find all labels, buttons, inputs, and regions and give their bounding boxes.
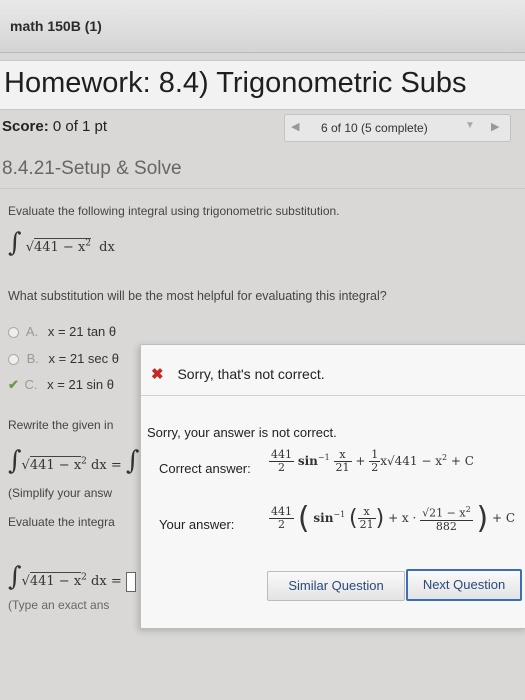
correct-coef-frac: 441 2 xyxy=(269,449,294,474)
option-c-letter: C. xyxy=(24,377,38,392)
next-question-icon[interactable]: ▶ xyxy=(491,120,499,133)
integral-sign-icon: ∫ xyxy=(125,446,140,476)
inner-left-paren-icon: ( xyxy=(349,506,358,531)
option-a[interactable]: A. x = 21 tan θ xyxy=(8,324,116,339)
your-coef-den: 2 xyxy=(278,518,285,531)
your-frac-den: 882 xyxy=(435,519,457,533)
option-c[interactable]: ✔ C. x = 21 sin θ xyxy=(8,377,114,393)
question-position[interactable]: 6 of 10 (5 complete) xyxy=(321,121,428,135)
correct-inv: −1 xyxy=(317,453,330,462)
option-b-text: x = 21 sec θ xyxy=(48,351,120,366)
rewrite-label: Rewrite the given in xyxy=(8,418,114,432)
sqrt-icon: √ xyxy=(21,458,30,473)
option-b[interactable]: B. x = 21 sec θ xyxy=(8,351,119,366)
integral-expression: ∫ √441 − x2 dx xyxy=(8,228,115,258)
correct-fn: sin xyxy=(297,454,318,468)
popup-header-text: Sorry, that's not correct. xyxy=(177,366,325,382)
simplify-hint: (Simplify your answ xyxy=(8,486,113,500)
option-b-letter: B. xyxy=(26,351,39,366)
sqrt-icon: √ xyxy=(21,574,30,589)
exponent: 2 xyxy=(85,238,92,249)
correct-coef-den: 2 xyxy=(278,461,285,474)
your-fn: sin xyxy=(313,511,334,525)
option-c-text: x = 21 sin θ xyxy=(47,377,115,392)
integral-sign-icon: ∫ xyxy=(8,446,22,476)
feedback-popup: ✖ Sorry, that's not correct. Sorry, your… xyxy=(140,344,525,629)
correct-answer-label: Correct answer: xyxy=(159,461,251,476)
your-sqrt-frac: √21 − x2 882 xyxy=(420,504,473,533)
your-arg-frac: x 21 xyxy=(357,506,376,531)
rewrite-exponent: 2 xyxy=(81,456,87,467)
checkmark-icon: ✔ xyxy=(8,377,19,392)
integral-sign-icon: ∫ xyxy=(8,562,22,592)
your-coef-frac: 441 2 xyxy=(269,506,294,531)
score: Score: 0 of 1 pt xyxy=(2,118,107,135)
popup-divider xyxy=(141,395,525,396)
rewrite-radicand: 441 − x xyxy=(29,456,82,473)
substitution-prompt: What substitution will be the most helpf… xyxy=(8,289,387,303)
answer-dx: dx xyxy=(91,574,107,589)
your-inv: −1 xyxy=(333,510,346,519)
question-pager: ◀ 6 of 10 (5 complete) ▼ ▶ xyxy=(284,114,511,142)
your-frac-exp: 2 xyxy=(465,505,471,515)
score-value: 0 of 1 pt xyxy=(52,118,108,135)
your-answer-label: Your answer: xyxy=(159,517,235,532)
sqrt-icon: √ xyxy=(25,240,34,255)
answer-integral: ∫√441 − x2 dx = xyxy=(8,562,136,592)
integral-sign-icon: ∫ xyxy=(8,228,22,258)
correct-rest: x√441 − x xyxy=(380,454,442,468)
tab-title[interactable]: math 150B (1) xyxy=(10,18,102,34)
your-mid: + x · xyxy=(388,511,417,525)
your-arg-den: 21 xyxy=(359,518,374,531)
instruction-text: Evaluate the following integral using tr… xyxy=(8,204,340,218)
next-question-button[interactable]: Next Question xyxy=(406,569,522,601)
correct-arg-den: 21 xyxy=(335,461,350,474)
your-answer-expression: 441 2 ( sin−1 (x 21) + x · √21 − x2 882 ) +… xyxy=(269,501,515,536)
divider xyxy=(0,188,525,189)
homework-title: Homework: 8.4) Trigonometric Subs xyxy=(4,67,467,99)
previous-question-icon[interactable]: ◀ xyxy=(291,120,299,133)
radicand: 441 − x xyxy=(33,240,86,255)
popup-message: Sorry, your answer is not correct. xyxy=(147,425,337,440)
correct-plus: + xyxy=(355,454,366,468)
option-a-letter: A. xyxy=(25,324,39,339)
your-c: + C xyxy=(492,511,516,525)
browser-tab-bar: math 150B (1) xyxy=(0,0,525,53)
inner-right-paren-icon: ) xyxy=(375,506,385,531)
answer-radicand: 441 − x xyxy=(29,572,82,589)
homework-header: Homework: 8.4) Trigonometric Subs xyxy=(0,60,525,110)
chevron-down-icon[interactable]: ▼ xyxy=(465,120,475,131)
popup-header: ✖ Sorry, that's not correct. xyxy=(151,365,325,383)
right-paren-icon: ) xyxy=(476,501,489,536)
answer-exponent: 2 xyxy=(81,572,87,583)
section-title: 8.4.21-Setup & Solve xyxy=(2,158,182,179)
correct-half-frac: 12 xyxy=(369,449,381,474)
your-frac-num: √21 − x xyxy=(422,506,466,520)
score-label: Score: xyxy=(2,118,49,135)
rewrite-dx: dx xyxy=(91,458,107,473)
correct-rest-exp: 2 xyxy=(442,453,448,462)
evaluate-label: Evaluate the integra xyxy=(8,515,115,529)
radio-a[interactable] xyxy=(8,327,19,339)
error-x-icon: ✖ xyxy=(151,366,164,383)
radio-b[interactable] xyxy=(8,354,19,366)
correct-c: + C xyxy=(450,454,474,468)
option-a-text: x = 21 tan θ xyxy=(47,324,117,339)
type-hint: (Type an exact ans xyxy=(8,598,110,612)
rewrite-integral: ∫√441 − x2 dx = ∫ xyxy=(8,446,140,476)
answer-input[interactable] xyxy=(125,571,136,592)
similar-question-button[interactable]: Similar Question xyxy=(267,571,405,601)
correct-arg-frac: x 21 xyxy=(333,449,352,474)
dx: dx xyxy=(99,240,115,255)
left-paren-icon: ( xyxy=(297,501,310,536)
correct-answer-expression: 441 2 sin−1 x 21 + 1 2 x√441 − x2 + C xyxy=(269,449,474,474)
correct-half-den: 2 xyxy=(371,461,379,474)
